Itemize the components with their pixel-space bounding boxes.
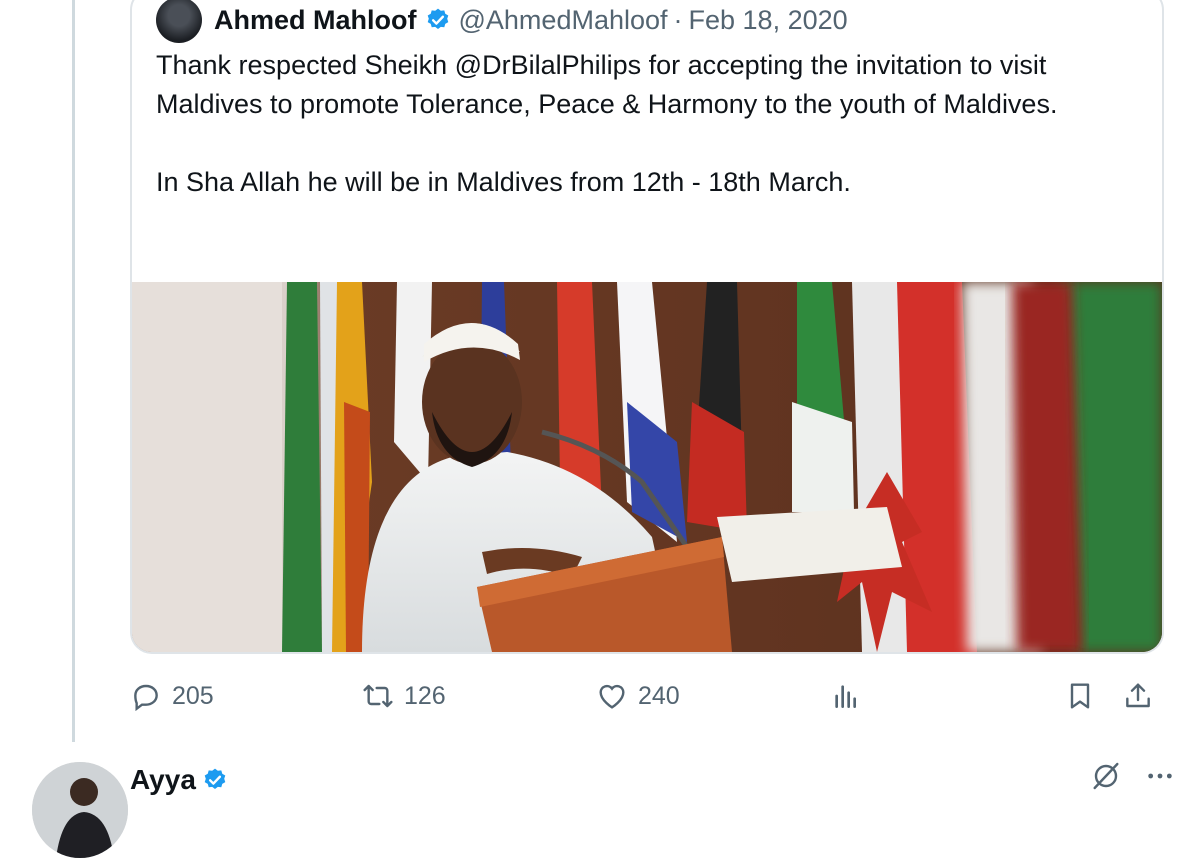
tweet-text: Thank respected Sheikh @DrBilalPhilips f…	[156, 46, 1146, 202]
retweet-count: 126	[404, 681, 446, 710]
reply-count: 205	[172, 681, 214, 710]
quoted-tweet-card[interactable]: Ahmed Mahloof @AhmedMahloof · Feb 18, 20…	[130, 0, 1164, 654]
views-icon	[835, 685, 856, 708]
tweet-text-paragraph-1: Thank respected Sheikh @DrBilalPhilips f…	[156, 50, 1058, 119]
reply-author-avatar[interactable]	[32, 762, 128, 858]
author-handle[interactable]: @AhmedMahloof	[459, 5, 668, 36]
verified-badge-icon	[427, 8, 448, 29]
author-avatar[interactable]	[156, 0, 202, 43]
share-button[interactable]	[1122, 674, 1164, 718]
thread-line	[72, 0, 75, 742]
like-icon	[599, 684, 625, 709]
separator-dot: ·	[673, 4, 683, 35]
bookmark-button[interactable]	[1064, 674, 1106, 718]
reply-header-icons	[1090, 760, 1176, 792]
tweet-photo[interactable]	[132, 282, 1162, 652]
retweet-icon	[363, 684, 393, 708]
quoted-tweet-header: Ahmed Mahloof @AhmedMahloof · Feb 18, 20…	[156, 0, 848, 43]
speaker-at-podium-photo	[132, 282, 1162, 652]
like-button[interactable]: 240	[596, 674, 680, 718]
more-icon[interactable]	[1144, 760, 1176, 792]
tweet-actions-bar: 205 126 240	[130, 674, 1160, 718]
reply-tweet-header: Ayya	[30, 752, 1200, 858]
bookmark-icon	[1070, 683, 1090, 709]
reply-button[interactable]: 205	[130, 674, 214, 718]
reply-avatar-image	[32, 762, 128, 858]
views-button[interactable]	[830, 674, 872, 718]
reply-author: Ayya	[130, 764, 236, 796]
tweet-text-paragraph-2: In Sha Allah he will be in Maldives from…	[156, 167, 851, 197]
share-icon	[1126, 683, 1150, 708]
verified-badge-icon	[204, 768, 226, 789]
tweet-date[interactable]: Feb 18, 2020	[689, 5, 848, 36]
like-count: 240	[638, 681, 680, 710]
reply-author-name[interactable]: Ayya	[130, 764, 196, 796]
reply-icon	[134, 684, 158, 712]
grok-icon[interactable]	[1090, 760, 1122, 792]
author-name[interactable]: Ahmed Mahloof	[214, 5, 417, 36]
retweet-button[interactable]: 126	[362, 674, 446, 718]
